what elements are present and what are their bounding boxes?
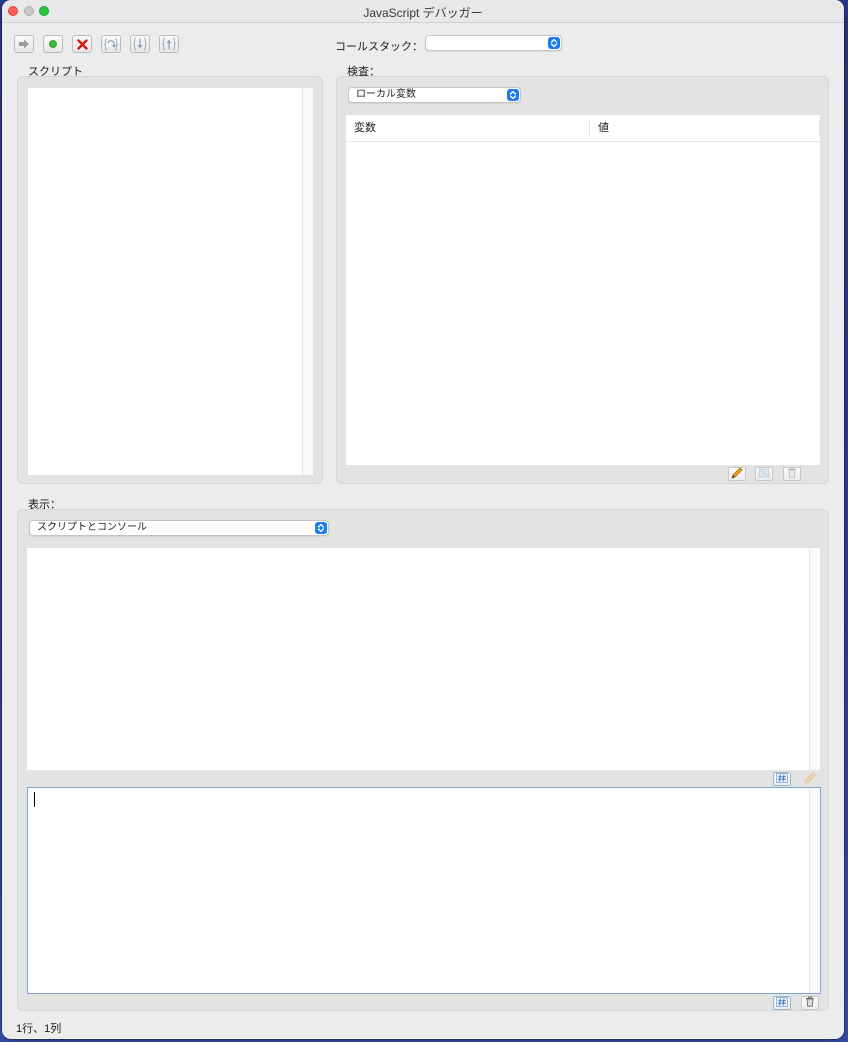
pencil-icon	[730, 466, 744, 482]
callstack-label: コールスタック：	[335, 41, 423, 53]
display-group: スクリプトとコンソール	[17, 509, 829, 1011]
arrow-right-icon	[18, 39, 30, 49]
step-over-button[interactable]	[101, 35, 121, 53]
chevron-updown-icon	[315, 522, 327, 534]
script-source-view[interactable]	[27, 548, 820, 770]
debugger-window: JavaScript デバッガー コールスタック： スクリプト 検査： ローカル…	[2, 0, 844, 1039]
clear-console-button[interactable]	[801, 996, 819, 1010]
variables-table-header: 変数 値	[346, 115, 820, 142]
hash-icon	[776, 772, 788, 786]
green-dot-icon	[48, 39, 58, 49]
column-divider-end	[819, 121, 820, 135]
window-title: JavaScript デバッガー	[363, 6, 483, 20]
column-header-value[interactable]: 値	[590, 115, 818, 141]
text-caret	[34, 792, 35, 807]
script-group	[17, 76, 323, 484]
continue-button[interactable]	[14, 35, 34, 53]
pencil-icon	[803, 771, 817, 787]
title-bar: JavaScript デバッガー	[2, 0, 844, 23]
step-into-button[interactable]	[130, 35, 150, 53]
console-scrollbar[interactable]	[809, 788, 820, 993]
console-line-numbers-button[interactable]	[773, 996, 791, 1010]
inspect-group: ローカル変数 変数 値	[336, 76, 829, 484]
chevron-updown-icon	[507, 89, 519, 101]
source-view-scrollbar[interactable]	[809, 548, 820, 770]
display-mode-value: スクリプトとコンソール	[37, 522, 147, 533]
step-out-button[interactable]	[159, 35, 179, 53]
callstack-select[interactable]	[425, 35, 562, 51]
step-out-icon	[161, 37, 177, 51]
trash-icon	[805, 996, 815, 1010]
inspect-scope-value: ローカル変数	[356, 89, 416, 100]
console-input[interactable]	[27, 787, 821, 994]
watch-variable-button[interactable]	[755, 467, 773, 481]
edit-variable-button[interactable]	[728, 466, 746, 482]
script-list[interactable]	[27, 87, 314, 476]
chevron-updown-icon	[548, 37, 560, 49]
variables-table[interactable]: 変数 値	[346, 115, 820, 465]
hash-icon	[776, 996, 788, 1010]
red-x-icon	[76, 38, 88, 50]
delete-variable-button[interactable]	[783, 467, 801, 481]
step-over-icon	[103, 37, 119, 51]
script-list-scrollbar[interactable]	[302, 88, 313, 475]
column-header-variable[interactable]: 変数	[346, 115, 589, 141]
cursor-position-status: 1行、1列	[16, 1023, 62, 1035]
trash-icon	[787, 467, 797, 481]
inspect-scope-select[interactable]: ローカル変数	[348, 87, 521, 103]
watch-icon	[758, 468, 770, 481]
stop-button[interactable]	[72, 35, 92, 53]
display-mode-select[interactable]: スクリプトとコンソール	[29, 520, 329, 536]
clear-source-button[interactable]	[801, 771, 819, 787]
line-numbers-toggle-button[interactable]	[773, 772, 791, 786]
step-into-icon	[132, 37, 148, 51]
run-button[interactable]	[43, 35, 63, 53]
